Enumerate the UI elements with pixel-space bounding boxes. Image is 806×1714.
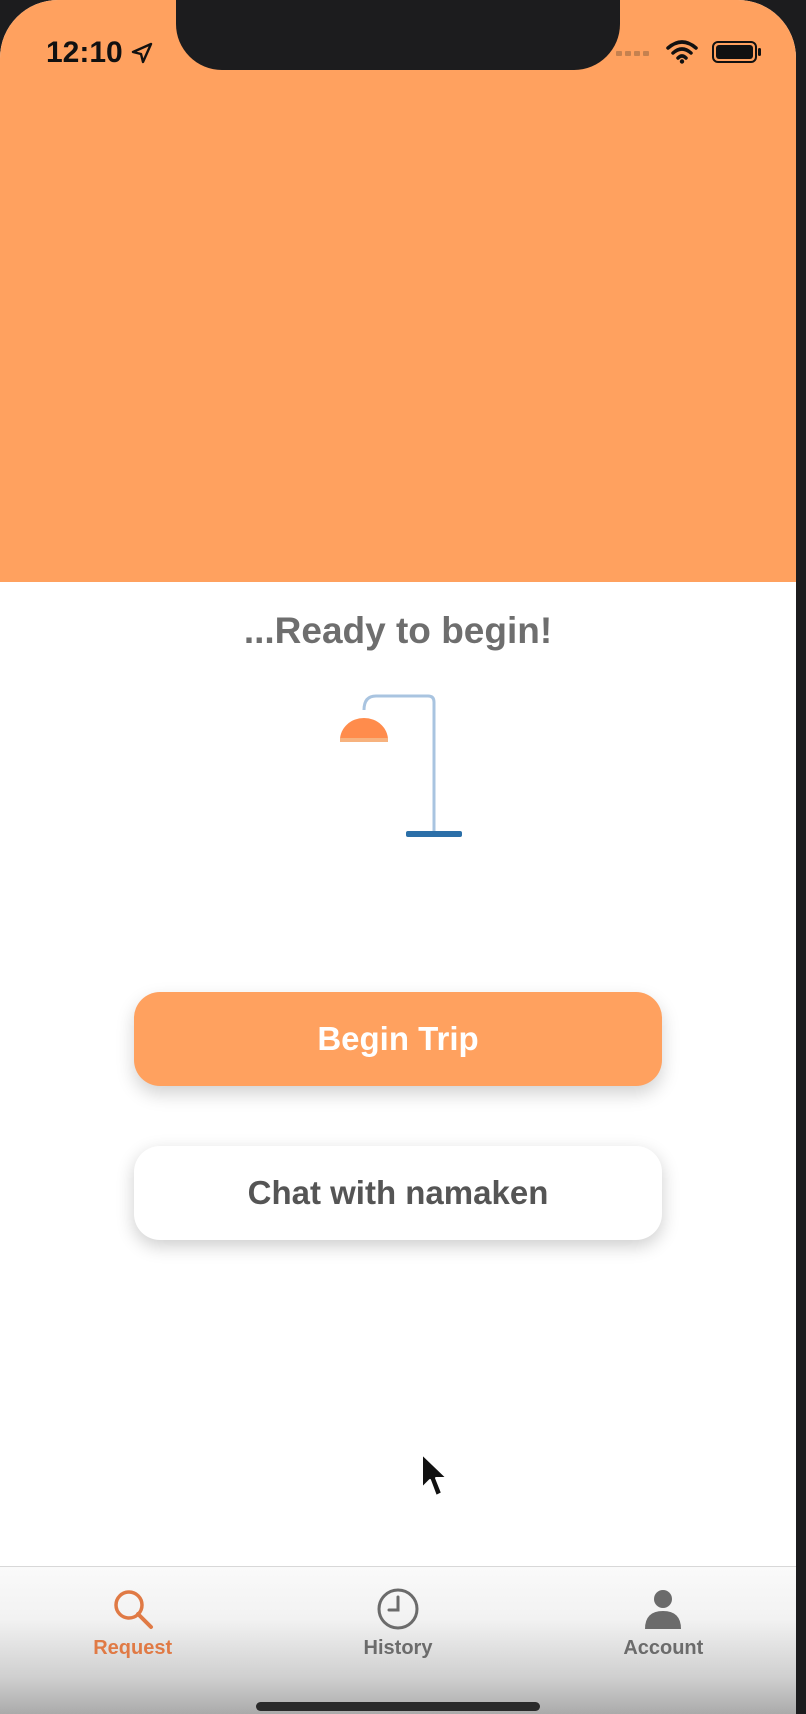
ready-title: ...Ready to begin! (243, 610, 553, 651)
tab-history-label: History (363, 1637, 433, 1659)
floor-lamp-icon (340, 694, 462, 837)
begin-trip-button[interactable]: Begin Trip (134, 992, 662, 1086)
time-text: 12:10 (46, 36, 123, 69)
tab-account[interactable]: Account (531, 1567, 796, 1714)
location-arrow-icon (131, 42, 152, 64)
status-bar-indicators (616, 40, 762, 64)
cellular-signal-icon (616, 51, 649, 56)
wifi-icon (666, 40, 698, 64)
person-icon (645, 1590, 682, 1629)
chat-button[interactable]: Chat with namaken (134, 1146, 662, 1240)
home-indicator[interactable] (256, 1702, 540, 1711)
device-notch (176, 0, 620, 70)
mouse-cursor-icon (421, 1453, 448, 1497)
app-screen: 12:10 ...Ready to begin! Begin Trip Chat… (0, 0, 796, 1714)
clock-icon (377, 1588, 419, 1630)
tab-request[interactable]: Request (0, 1567, 265, 1714)
search-icon (113, 1590, 153, 1629)
battery-icon (712, 41, 761, 63)
tab-bar: Request History Account (0, 1566, 796, 1714)
tab-account-label: Account (623, 1637, 704, 1659)
header-banner (0, 0, 796, 582)
tab-request-label: Request (93, 1637, 173, 1659)
tab-history[interactable]: History (265, 1567, 530, 1714)
status-bar-time: 12:10 (46, 36, 153, 70)
